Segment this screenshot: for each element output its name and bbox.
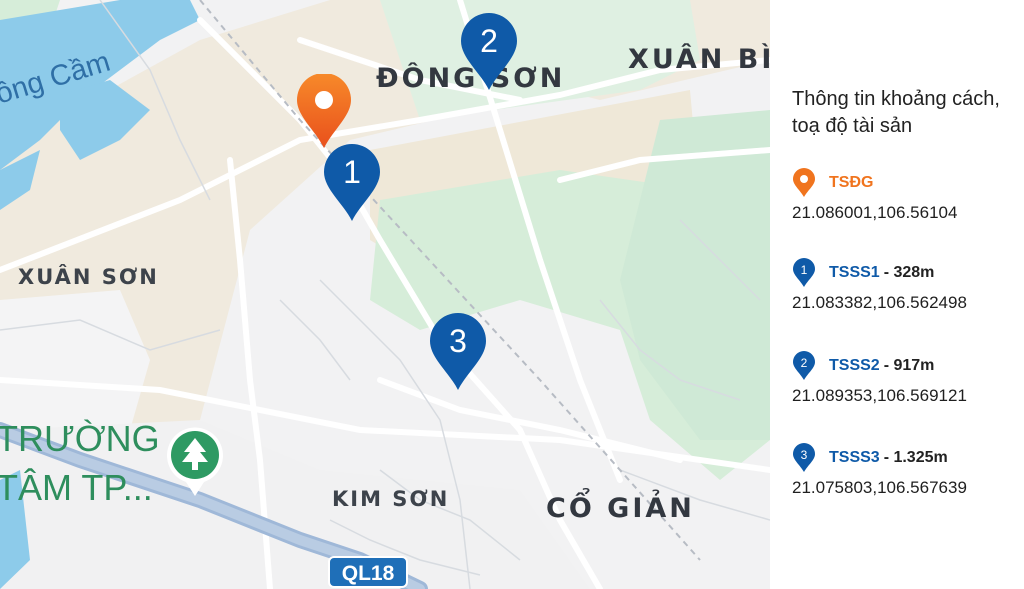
blue-pin-2-icon: 2 [793, 351, 815, 380]
svg-text:2: 2 [801, 356, 808, 370]
blue-pin-1-icon: 1 [793, 258, 815, 287]
asset-marker-2[interactable]: 2 [459, 12, 519, 97]
entry-coords: 21.083382,106.562498 [792, 293, 967, 312]
entry-name: TSSS2 [829, 357, 880, 374]
park-tree-icon[interactable] [164, 424, 226, 498]
entry-tsdg: TSĐG 21.086001,106.56104 [792, 168, 1024, 223]
orange-pin-icon [297, 73, 351, 148]
asset-marker-1[interactable]: 1 [322, 143, 382, 228]
place-truong-line2: TÂM TP... [0, 467, 153, 508]
blue-pin-1-icon: 1 [324, 144, 380, 221]
entry-distance: - 917m [883, 357, 935, 374]
blue-pin-3-icon: 3 [430, 313, 486, 390]
entry-coords: 21.075803,106.567639 [792, 478, 967, 497]
entry-name: TSĐG [829, 174, 874, 191]
road-shield-ql18: QL18 [328, 556, 408, 588]
orange-pin-icon [793, 168, 815, 197]
place-truong-line1: TRƯỜNG [0, 418, 160, 459]
entry-name: TSSS3 [829, 449, 880, 466]
entry-name: TSSS1 [829, 264, 880, 281]
marker-3-number: 3 [449, 323, 467, 359]
blue-pin-3-icon: 3 [793, 443, 815, 472]
entry-distance: - 328m [883, 264, 935, 281]
svg-text:3: 3 [801, 448, 808, 462]
svg-text:1: 1 [801, 263, 808, 277]
entry-distance: - 1.325m [883, 449, 948, 466]
info-panel: Thông tin khoảng cách, toạ độ tài sản TS… [770, 0, 1024, 589]
entry-tsss3: 3 TSSS3 - 1.325m 21.075803,106.567639 [792, 443, 1024, 498]
marker-1-number: 1 [343, 154, 361, 190]
marker-2-number: 2 [480, 23, 498, 59]
place-xuan-son: XUÂN SƠN [18, 265, 159, 289]
entry-coords: 21.089353,106.569121 [792, 386, 967, 405]
map-view[interactable]: ông Cầm ĐÔNG SƠN XUÂN BÌ XUÂN SƠN KIM SƠ… [0, 0, 770, 589]
panel-title: Thông tin khoảng cách, toạ độ tài sản [792, 88, 1000, 137]
place-co-gian: CỔ GIẢN [546, 493, 695, 524]
place-kim-son: KIM SƠN [332, 487, 450, 511]
place-xuan-binh: XUÂN BÌ [628, 44, 770, 75]
entry-tsss1: 1 TSSS1 - 328m 21.083382,106.562498 [792, 258, 1024, 313]
blue-pin-2-icon: 2 [461, 13, 517, 90]
entry-coords: 21.086001,106.56104 [792, 203, 958, 222]
asset-marker-3[interactable]: 3 [428, 312, 488, 397]
entry-tsss2: 2 TSSS2 - 917m 21.089353,106.569121 [792, 351, 1024, 406]
